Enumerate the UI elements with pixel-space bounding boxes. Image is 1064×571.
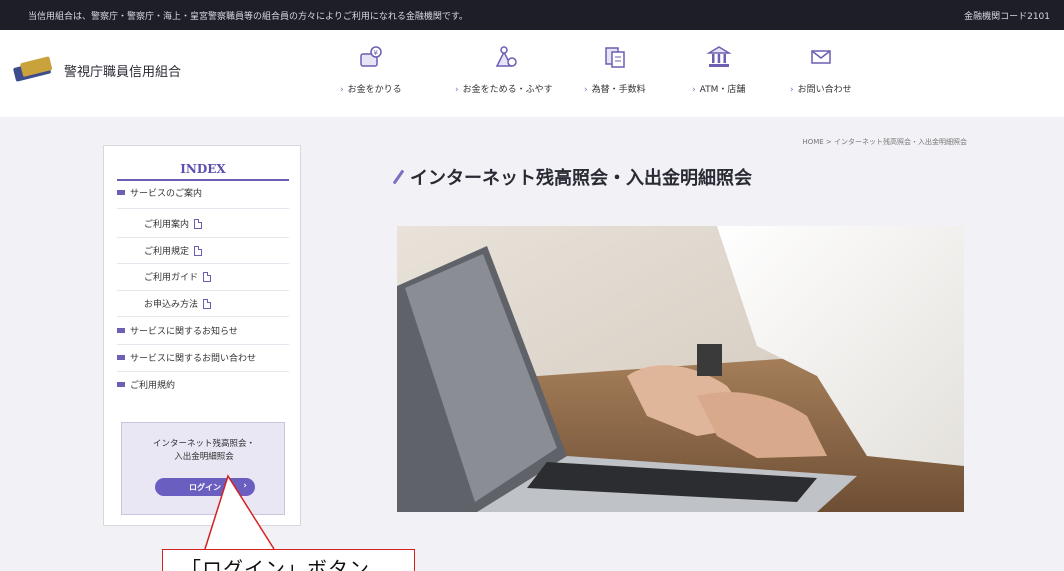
nav-label-contact: お問い合わせ bbox=[797, 85, 852, 95]
site-logo[interactable]: 警視庁職員信用組合 bbox=[12, 56, 182, 82]
nav-label-loans: お金をかりる bbox=[347, 85, 402, 95]
bullet-icon bbox=[117, 355, 125, 360]
sidebar-item-label: ご利用規約 bbox=[130, 381, 176, 391]
site-header: 警視庁職員信用組合 ¥ › お金をかりる › お金をためる・ふやす › 為替・手数料 … bbox=[0, 30, 1064, 117]
pencil-icon bbox=[392, 169, 405, 185]
savings-icon bbox=[489, 44, 519, 70]
pdf-document-icon bbox=[203, 298, 212, 309]
sidebar-subitem-label: お申込み方法 bbox=[144, 300, 199, 310]
documents-icon bbox=[600, 44, 630, 70]
hero-image-laptop bbox=[397, 226, 964, 512]
login-button[interactable]: ログイン › bbox=[155, 478, 255, 496]
sidebar-subitem-label: ご利用規定 bbox=[144, 247, 190, 257]
bank-building-icon bbox=[704, 44, 734, 70]
nav-item-exchange[interactable]: › 為替・手数料 bbox=[584, 44, 646, 95]
pdf-document-icon bbox=[194, 245, 203, 256]
index-title: INDEX bbox=[180, 162, 226, 176]
sidebar-subitem-application[interactable]: お申込み方法 bbox=[144, 297, 212, 310]
sidebar-item-service-inquiry[interactable]: サービスに関するお問い合わせ bbox=[117, 351, 256, 364]
chevron-right-icon: › bbox=[243, 481, 247, 491]
sidebar-subitem-usage-info[interactable]: ご利用案内 bbox=[144, 217, 203, 230]
sidebar-item-label: サービスに関するお問い合わせ bbox=[130, 354, 257, 364]
bullet-icon bbox=[117, 190, 125, 195]
login-box-text-line2: 入出金明細照会 bbox=[174, 452, 234, 462]
sidebar-subitem-usage-rules[interactable]: ご利用規定 bbox=[144, 244, 203, 257]
sidebar-subitem-label: ご利用案内 bbox=[144, 220, 190, 230]
page-title-text: インターネット残高照会・入出金明細照会 bbox=[410, 168, 752, 189]
main-content: HOME > インターネット残高照会・入出金明細照会 INDEX サービスのご案… bbox=[0, 117, 1064, 571]
svg-text:¥: ¥ bbox=[373, 49, 378, 57]
logo-mark-icon bbox=[12, 55, 58, 85]
nav-label-exchange: 為替・手数料 bbox=[591, 85, 646, 95]
nav-label-atm: ATM・店舗 bbox=[699, 85, 746, 95]
login-box-text-line1: インターネット残高照会・ bbox=[152, 439, 255, 449]
annotation-callout-text: 「ログイン」ボタン bbox=[181, 557, 370, 571]
sidebar-subitem-usage-guide[interactable]: ご利用ガイド bbox=[144, 270, 212, 283]
bullet-icon bbox=[117, 328, 125, 333]
index-divider bbox=[117, 179, 289, 181]
nav-item-savings[interactable]: › お金をためる・ふやす bbox=[455, 44, 553, 95]
login-box: インターネット残高照会・ 入出金明細照会 ログイン › bbox=[121, 422, 285, 515]
login-button-label: ログイン bbox=[189, 482, 221, 492]
sidebar-subitem-label: ご利用ガイド bbox=[144, 273, 199, 283]
nav-item-contact[interactable]: › お問い合わせ bbox=[790, 44, 852, 95]
nav-item-loans[interactable]: ¥ › お金をかりる bbox=[340, 44, 402, 95]
envelope-icon bbox=[806, 44, 836, 70]
breadcrumb[interactable]: HOME > インターネット残高照会・入出金明細照会 bbox=[802, 137, 967, 147]
sidebar-item-label: サービスのご案内 bbox=[130, 189, 203, 199]
nav-label-savings: お金をためる・ふやす bbox=[462, 85, 553, 95]
page-title: インターネット残高照会・入出金明細照会 bbox=[392, 164, 752, 190]
sidebar-item-label: サービスに関するお知らせ bbox=[130, 327, 238, 337]
login-box-text: インターネット残高照会・ 入出金明細照会 bbox=[122, 438, 286, 464]
logo-text: 警視庁職員信用組合 bbox=[64, 64, 182, 80]
sidebar-item-terms[interactable]: ご利用規約 bbox=[117, 378, 175, 391]
pdf-document-icon bbox=[203, 271, 212, 282]
top-notice-text: 当信用組合は、警察庁・警察庁・海上・皇宮警察職員等の組合員の方々によりご利用にな… bbox=[28, 12, 468, 22]
institution-code-link[interactable]: 金融機関コード2101 bbox=[964, 9, 1050, 22]
top-notice-bar: 当信用組合は、警察庁・警察庁・海上・皇宮警察職員等の組合員の方々によりご利用にな… bbox=[0, 0, 1064, 30]
sidebar-index: INDEX サービスのご案内 ご利用案内 ご利用規定 ご利用ガイド お申込み方法 bbox=[103, 145, 301, 526]
bullet-icon bbox=[117, 382, 125, 387]
pdf-document-icon bbox=[194, 218, 203, 229]
sidebar-item-service-news[interactable]: サービスに関するお知らせ bbox=[117, 324, 238, 337]
money-bag-icon: ¥ bbox=[356, 44, 386, 70]
sidebar-item-service-guide[interactable]: サービスのご案内 bbox=[117, 186, 202, 199]
nav-item-atm[interactable]: › ATM・店舗 bbox=[692, 44, 745, 95]
annotation-callout: 「ログイン」ボタン bbox=[162, 549, 415, 571]
